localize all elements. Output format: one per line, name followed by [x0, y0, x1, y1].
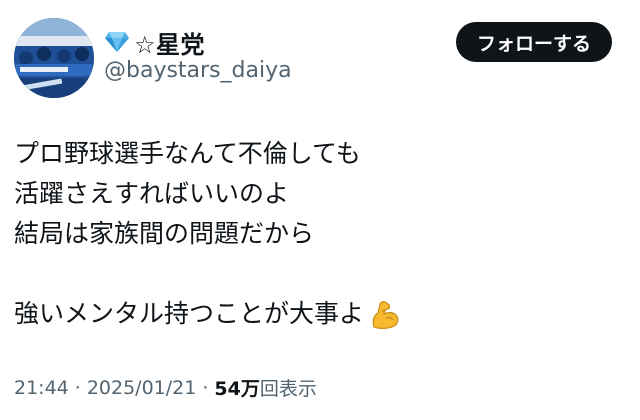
tweet-date[interactable]: 2025/01/21 [87, 377, 197, 399]
display-name: ☆星党 [134, 30, 206, 59]
tweet-meta: 21:44 · 2025/01/21 · 54万 回表示 [14, 374, 317, 401]
follow-button[interactable]: フォローする [456, 22, 612, 62]
separator: · [74, 376, 81, 399]
avatar[interactable] [14, 18, 94, 98]
tweet-line: 結局は家族間の問題だから [14, 219, 315, 248]
user-name-row[interactable]: ☆星党 [104, 26, 206, 59]
tweet-line-text: 強いメンタル持つことが大事よ [14, 299, 365, 328]
tweet-line: 活躍さえすればいいのよ [14, 179, 290, 208]
views-count: 54万 [214, 378, 260, 400]
gem-icon [105, 32, 129, 52]
views-label: 回表示 [259, 378, 317, 400]
separator: · [202, 376, 209, 399]
flexed-biceps-icon [372, 301, 399, 329]
tweet-card: ☆星党 @baystars_daiya フォローする プロ野球選手なんて不倫して… [0, 0, 640, 420]
tweet-time[interactable]: 21:44 [14, 377, 69, 399]
tweet-line-last: 強いメンタル持つことが大事よ [14, 294, 624, 334]
user-handle[interactable]: @baystars_daiya [104, 58, 292, 83]
tweet-text: プロ野球選手なんて不倫しても 活躍さえすればいいのよ 結局は家族間の問題だから … [14, 134, 624, 334]
tweet-line: プロ野球選手なんて不倫しても [14, 139, 361, 168]
